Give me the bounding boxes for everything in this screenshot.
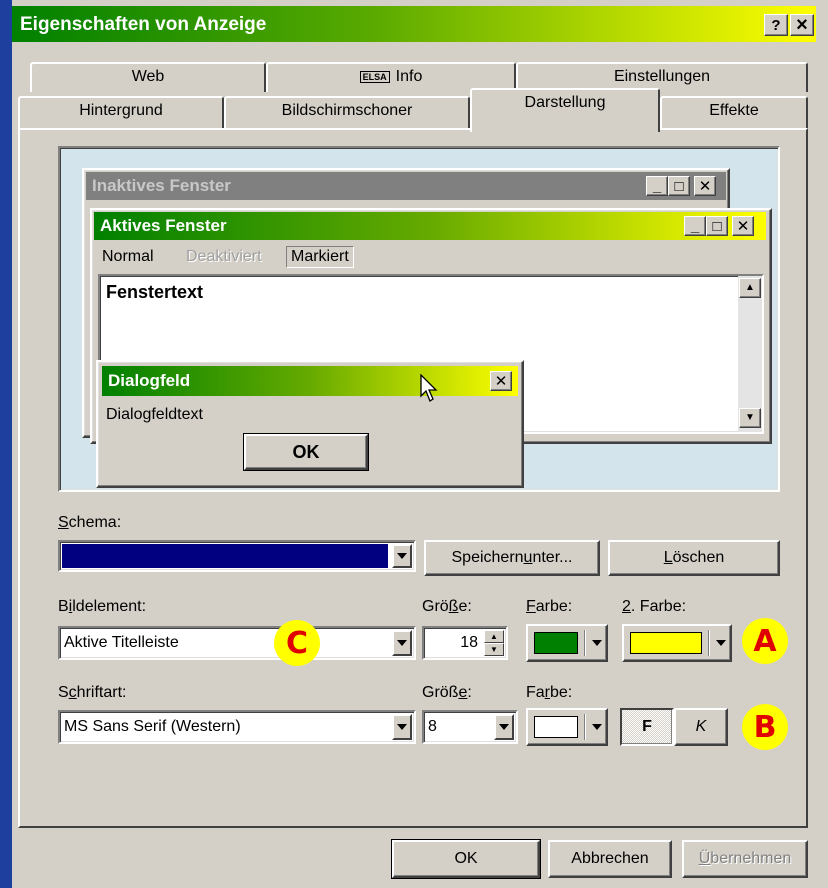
marker-a: A: [742, 618, 788, 664]
menu-markiert: Markiert: [286, 246, 354, 268]
window-title: Eigenschaften von Anzeige: [20, 14, 267, 35]
preview-dialog: Dialogfeld ✕ Dialogfeldtext OK: [96, 360, 524, 488]
font-size-value: 8: [428, 718, 437, 735]
element-value: Aktive Titelleiste: [64, 634, 179, 651]
close-icon: ✕: [490, 371, 512, 391]
apply-button[interactable]: Übernehmen: [682, 840, 808, 878]
close-button[interactable]: ×: [790, 14, 814, 36]
tab-bildschirmschoner[interactable]: Bildschirmschoner: [224, 96, 470, 128]
dropdown-arrow-icon: [716, 640, 726, 646]
close-icon: ✕: [732, 216, 754, 236]
menu-deaktiviert: Deaktiviert: [186, 248, 262, 265]
mouse-cursor-icon: [420, 374, 438, 402]
font-size-label: Größe:: [422, 684, 472, 701]
element-color-button[interactable]: [526, 624, 608, 662]
schema-select[interactable]: [58, 540, 416, 572]
preview-inactive-titlebar: Inaktives Fenster _ □ ✕: [86, 172, 726, 200]
scroll-down-icon: ▼: [739, 408, 761, 428]
element-color-label: Farbe:: [526, 598, 573, 615]
tab-web[interactable]: Web: [30, 62, 266, 92]
font-value: MS Sans Serif (Western): [64, 718, 241, 735]
dropdown-arrow-icon: [592, 724, 602, 730]
bold-toggle[interactable]: F: [620, 708, 674, 746]
dialog-ok-button: OK: [243, 433, 369, 471]
dropdown-arrow-icon[interactable]: [392, 544, 412, 568]
color-swatch: [534, 632, 578, 654]
desktop-strip: [0, 0, 12, 888]
font-style-group: F K: [620, 708, 728, 746]
font-color-swatch: [534, 716, 578, 738]
preview-area: Inaktives Fenster _ □ ✕ Aktives Fenster …: [58, 146, 780, 492]
menu-normal: Normal: [102, 248, 154, 265]
close-icon: ✕: [694, 176, 716, 196]
dropdown-arrow-icon[interactable]: [494, 714, 514, 740]
cancel-button[interactable]: Abbrechen: [548, 840, 672, 878]
element-label: Bildelement:: [58, 598, 147, 615]
tab-hintergrund[interactable]: Hintergrund: [18, 96, 224, 128]
help-button[interactable]: ?: [764, 14, 788, 36]
maximize-icon: □: [706, 216, 728, 236]
color2-swatch: [630, 632, 702, 654]
font-select[interactable]: MS Sans Serif (Western): [58, 710, 416, 744]
schema-selected-value: [61, 543, 389, 569]
tab-darstellung[interactable]: Darstellung: [470, 88, 660, 132]
tab-effekte[interactable]: Effekte: [660, 96, 808, 128]
delete-button[interactable]: Löschen: [608, 540, 780, 576]
maximize-icon: □: [668, 176, 690, 196]
font-color-button[interactable]: [526, 708, 608, 746]
dialog-text: Dialogfeldtext: [106, 406, 203, 423]
minimize-icon: _: [646, 176, 668, 196]
spinner-down-icon[interactable]: ▼: [484, 643, 504, 656]
elsa-logo-icon: ELSA: [359, 70, 390, 83]
dropdown-arrow-icon[interactable]: [392, 714, 412, 740]
preview-dialog-titlebar: Dialogfeld ✕: [102, 366, 518, 402]
font-color-label: Farbe:: [526, 684, 573, 701]
marker-c: C: [274, 620, 320, 666]
dialog-title: Dialogfeld: [108, 371, 191, 390]
font-size-select[interactable]: 8: [422, 710, 518, 744]
ok-button[interactable]: OK: [391, 839, 541, 879]
color-divider: [584, 714, 586, 740]
marker-b: B: [742, 704, 788, 750]
dropdown-arrow-icon[interactable]: [392, 630, 412, 656]
active-title: Aktives Fenster: [100, 216, 227, 235]
spinner-up-icon[interactable]: ▲: [484, 630, 504, 643]
dialog-window: Eigenschaften von Anzeige ? × Web ELSA In…: [12, 0, 828, 888]
font-label: Schriftart:: [58, 684, 127, 701]
window-text: Fenstertext: [106, 282, 204, 302]
preview-scrollbar: ▲ ▼: [738, 276, 762, 432]
element-size-value: 18: [460, 634, 478, 651]
schema-label: Schema:: [58, 514, 122, 531]
element-color2-label: 2. Farbe:: [622, 598, 687, 615]
scroll-up-icon: ▲: [739, 278, 761, 298]
element-size-spinner[interactable]: 18 ▲ ▼: [422, 626, 508, 660]
dropdown-arrow-icon: [592, 640, 602, 646]
element-select[interactable]: Aktive Titelleiste: [58, 626, 416, 660]
save-as-button[interactable]: Speichern u nter...: [424, 540, 600, 576]
element-color2-button[interactable]: [622, 624, 732, 662]
italic-toggle[interactable]: K: [674, 708, 728, 746]
inactive-title: Inaktives Fenster: [92, 176, 231, 195]
minimize-icon: _: [684, 216, 706, 236]
title-bar[interactable]: Eigenschaften von Anzeige ? ×: [12, 6, 816, 42]
element-size-label: Größe:: [422, 598, 472, 615]
color-divider: [584, 630, 586, 656]
color-divider: [708, 630, 710, 656]
preview-active-titlebar: Aktives Fenster _ □ ✕: [94, 212, 766, 240]
